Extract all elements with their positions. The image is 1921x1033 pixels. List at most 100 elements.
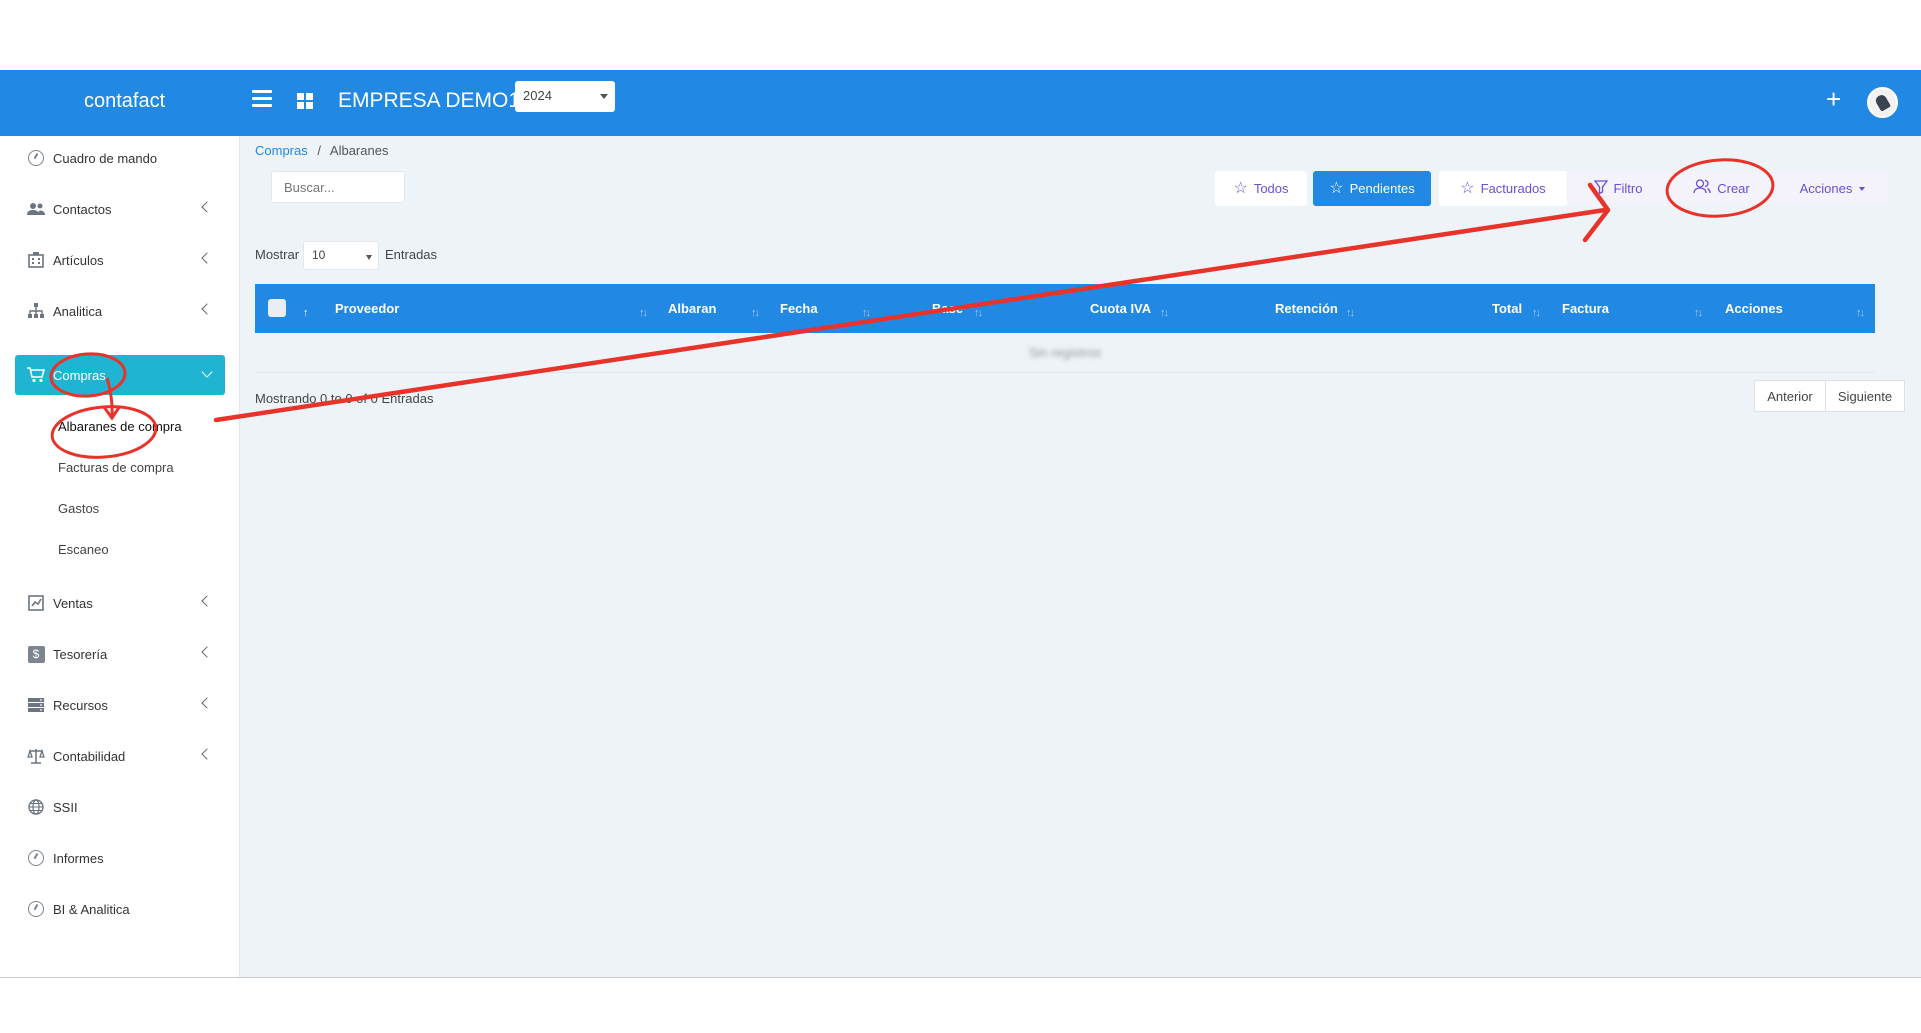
sort-icon[interactable]: ↑↓ [1694,307,1703,319]
sidebar-item-articulos[interactable]: Artículos [15,240,225,280]
sort-icon[interactable]: ↑↓ [751,307,760,319]
dollar-icon: $ [27,645,45,663]
sort-icon[interactable]: ↑↓ [639,307,648,319]
sidebar-item-label: SSII [53,799,78,815]
sidebar-subitem-albaranes-de-compra[interactable]: Albaranes de compra [58,419,182,434]
crear-label: Crear [1717,181,1750,196]
column-header-factura[interactable]: Factura [1562,301,1609,316]
caret-down-icon [1859,186,1866,191]
sort-icon[interactable]: ↑↓ [1856,307,1865,319]
chevron-left-icon [201,252,213,264]
sort-icon[interactable]: ↑↓ [862,307,871,319]
menu-toggle-icon[interactable] [252,90,272,112]
column-header-total[interactable]: Total [1492,301,1522,316]
sidebar-item-contactos[interactable]: Contactos [15,189,225,229]
sort-icon[interactable]: ↑↓ [1346,307,1355,319]
crear-button[interactable]: Crear [1669,171,1774,206]
select-all-checkbox[interactable] [268,299,286,317]
balance-icon [27,747,45,765]
avatar[interactable] [1867,87,1898,118]
column-header-albaran[interactable]: Albaran [668,301,716,316]
caret-down-icon [366,255,372,260]
table-info: Mostrando 0 to 0 of 0 Entradas [255,391,434,406]
bottom-divider [0,977,1921,978]
table-header: ↑ Proveedor ↑↓ Albaran ↑↓ Fecha ↑↓ Base … [255,284,1875,333]
company-name: EMPRESA DEMO1 [338,89,521,112]
chevron-left-icon [201,201,213,213]
plus-icon[interactable]: + [1826,84,1841,115]
breadcrumb-separator: / [317,143,321,158]
todos-button[interactable]: ☆ Todos [1215,171,1307,206]
filter-icon [1593,179,1608,198]
sidebar-item-tesoreria[interactable]: $ Tesorería [15,634,225,674]
year-value: 2024 [523,88,552,103]
sidebar-item-label: Contactos [53,201,112,217]
brand-logo: contafact [84,90,166,112]
search-input[interactable] [271,171,405,203]
column-header-fecha[interactable]: Fecha [780,301,818,316]
dashboard-icon [27,149,45,167]
chevron-left-icon [201,697,213,709]
chevron-left-icon [201,748,213,760]
pendientes-button[interactable]: ☆ Pendientes [1313,171,1431,206]
year-select[interactable]: 2024 [515,81,615,112]
sort-icon[interactable]: ↑↓ [1160,307,1169,319]
caret-down-icon [600,94,608,99]
chevron-left-icon [201,595,213,607]
breadcrumb-current: Albaranes [329,143,389,158]
app-window: contafact EMPRESA DEMO1 2024 + Cuadro de… [0,70,1921,978]
sidebar-subitem-gastos[interactable]: Gastos [58,501,99,516]
chart-icon [27,594,45,612]
pendientes-label: Pendientes [1349,181,1415,196]
users-icon [27,200,45,218]
todos-label: Todos [1253,181,1289,196]
star-icon: ☆ [1329,179,1344,197]
entries-label: Entradas [385,247,438,262]
sidebar-item-bi-analitica[interactable]: BI & Analitica [15,889,225,929]
star-icon: ☆ [1460,179,1475,197]
column-header-cuota-iva[interactable]: Cuota IVA [1090,301,1151,316]
sidebar-item-label: BI & Analitica [53,901,130,917]
sidebar-item-recursos[interactable]: Recursos [15,685,225,725]
sidebar-item-informes[interactable]: Informes [15,838,225,878]
entries-select[interactable]: 10 [303,241,379,270]
sidebar-item-label: Compras [53,367,106,383]
show-label: Mostrar [255,247,300,262]
next-page-button[interactable]: Siguiente [1825,380,1905,412]
acciones-label: Acciones [1799,181,1853,196]
chevron-down-icon [201,366,213,378]
acciones-dropdown[interactable]: Acciones [1776,171,1889,206]
entries-value: 10 [312,248,326,262]
breadcrumb: Compras / Albaranes [255,143,388,158]
sidebar-subitem-facturas-de-compra[interactable]: Facturas de compra [58,460,174,475]
empty-table-message: Sin registros [1028,345,1102,360]
column-header-acciones[interactable]: Acciones [1725,301,1783,316]
column-header-base[interactable]: Base [932,301,963,316]
chevron-left-icon [201,646,213,658]
top-bar: contafact EMPRESA DEMO1 2024 + [0,70,1921,136]
sidebar-item-cuadro-de-mando[interactable]: Cuadro de mando [15,138,225,178]
previous-page-button[interactable]: Anterior [1754,380,1826,412]
sidebar-item-ssii[interactable]: SSII [15,787,225,827]
breadcrumb-link-compras[interactable]: Compras [255,143,308,158]
facturados-label: Facturados [1480,181,1546,196]
server-icon [27,696,45,714]
chevron-left-icon [201,303,213,315]
sort-icon[interactable]: ↑↓ [974,307,983,319]
sidebar-item-contabilidad[interactable]: Contabilidad [15,736,225,776]
sidebar-item-compras[interactable]: Compras [15,355,225,395]
filtro-button[interactable]: Filtro [1568,171,1668,206]
globe-icon [27,798,45,816]
dashboard-icon [27,900,45,918]
sidebar-subitem-escaneo[interactable]: Escaneo [58,542,109,557]
sort-icon[interactable]: ↑ [303,307,308,319]
facturados-button[interactable]: ☆ Facturados [1439,171,1567,206]
sidebar-item-analitica[interactable]: Analitica [15,291,225,331]
star-icon: ☆ [1233,179,1248,197]
column-header-proveedor[interactable]: Proveedor [335,301,399,316]
sidebar-item-ventas[interactable]: Ventas [15,583,225,623]
sidebar-item-label: Analitica [53,303,103,319]
apps-grid-icon[interactable] [297,93,313,109]
sort-icon[interactable]: ↑↓ [1532,307,1541,319]
column-header-retencion[interactable]: Retención [1275,301,1338,316]
